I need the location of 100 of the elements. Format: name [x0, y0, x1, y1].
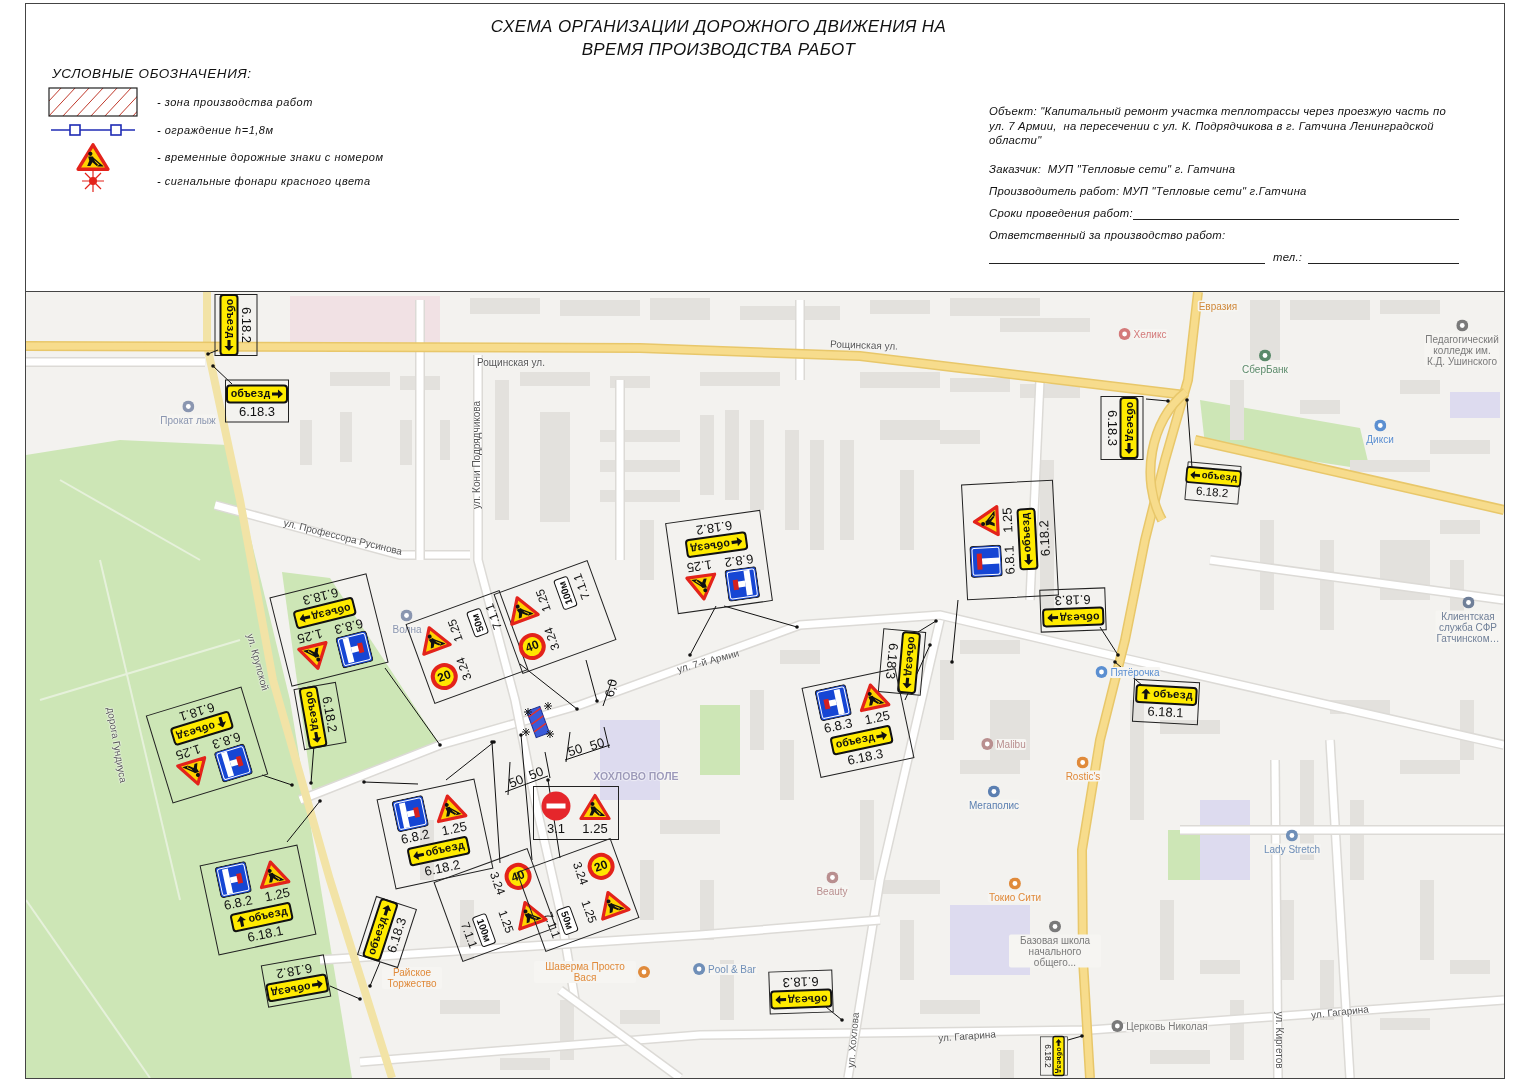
detour-text: объезд [1201, 469, 1238, 485]
detour-text: объезд [302, 690, 322, 732]
arrow-icon [730, 535, 744, 548]
roadworks-sign-icon [579, 793, 611, 821]
sign-code: 6.18.2 [1037, 519, 1052, 557]
sign-code: 6.18.1 [1147, 704, 1184, 720]
sign-code: 1.25 [582, 822, 608, 835]
detour-text: объезд [1059, 609, 1100, 624]
leader-line [585, 659, 599, 703]
sign-code: 6.18.2 [1195, 484, 1229, 500]
place-label: Пятёрочка [1109, 666, 1161, 678]
sign-code: 1.25 [296, 626, 324, 646]
place-label: Lady Stretch [1262, 843, 1322, 855]
building [960, 640, 1020, 654]
sign-code: 6.18.2 [320, 695, 340, 734]
legend-heading: УСЛОВНЫЕ ОБОЗНАЧЕНИЯ: [52, 65, 252, 82]
responsible-label: Ответственный за производство работ: [989, 228, 1226, 241]
sign-code: 6.18.2 [695, 518, 733, 537]
arrow-icon [310, 731, 324, 745]
arrow-icon [311, 977, 325, 991]
sign-code: 6.18.1 [246, 923, 285, 944]
street-label: Рощинская ул. [477, 356, 545, 368]
leader-line [206, 349, 219, 356]
roadworks-sign-icon [971, 504, 1001, 538]
place-label: Церковь Николая [1125, 1020, 1209, 1032]
sign-code: 6.18.3 [1105, 409, 1119, 447]
fence-icon [50, 122, 136, 137]
contractor-text: Производитель работ: МУП "Тепловые сети" г.Гатчина [989, 184, 1307, 197]
leader-line [1099, 626, 1120, 657]
sports-field [1168, 830, 1200, 880]
place-label: Хеликс [1132, 328, 1168, 340]
place-label: Мегаполис [967, 799, 1021, 811]
legend-text: - зона производства работ [157, 95, 313, 108]
sign-code: 6.18.2 [275, 961, 314, 981]
street-label: ул. Хохлова [845, 1011, 861, 1069]
arrow-icon [234, 914, 248, 928]
dead-end-sign-icon [724, 565, 761, 603]
leader-line [950, 599, 959, 664]
building [1230, 380, 1244, 440]
legend-text: - сигнальные фонари красного цвета [157, 174, 371, 187]
detour-text: объезд [1019, 512, 1035, 553]
sign-code: 1.25 [440, 819, 468, 838]
detour-text: объезд [689, 536, 731, 555]
place-label: Дикси [1365, 433, 1395, 445]
sign-code: 1.25 [534, 587, 554, 614]
phone-label: тел.: [1273, 250, 1303, 263]
detour-text: объезд [787, 991, 828, 1006]
area-label: ХОХЛОВО ПОЛЕ [593, 770, 679, 782]
sign-code: 6.18.3 [782, 974, 819, 990]
leader-line [1145, 398, 1170, 403]
detour-text: объезд [1152, 687, 1193, 703]
sign-code: 6.8.1 [1002, 545, 1017, 575]
arrow-icon [272, 388, 284, 400]
place-label: Прокат лыж [159, 414, 217, 426]
place-label: Rostic's [1064, 770, 1102, 782]
sign-code: 1.25 [263, 885, 291, 904]
building [950, 378, 1010, 392]
sign-code: 3.1 [546, 822, 566, 835]
legend-text: - ограждение h=1,8м [157, 123, 274, 136]
place-label: Педагогический колледж им. К.Д. Ушинского [1424, 333, 1500, 367]
arrow-icon [223, 340, 235, 352]
sign-code: 6.8.2 [723, 552, 755, 570]
detour-text: объезд [901, 635, 918, 677]
sign-code: 1.25 [685, 558, 713, 575]
scheme-title: СХЕМА ОРГАНИЗАЦИИ ДОРОЖНОГО ДВИЖЕНИЯ НА ВРЕМЯ ПРОИЗВОДСТВА РАБОТ [489, 16, 948, 61]
place-label: Евразия [1197, 300, 1239, 312]
building [880, 880, 940, 894]
place-label: Beauty [815, 885, 849, 897]
arrow-icon [1022, 554, 1035, 566]
place-label: СберБанк [1241, 363, 1289, 375]
sign-code: 1.25 [1000, 507, 1015, 534]
detour-text: объезд [1122, 401, 1136, 442]
arrow-icon [1189, 469, 1201, 481]
dimension-label: 50 [588, 735, 606, 753]
dimension-label: 50 [566, 741, 584, 759]
dimension-label: 50 [526, 764, 546, 782]
sign-code: 1.25 [579, 898, 599, 925]
sign-code: 6.18.3 [884, 642, 901, 680]
street-label: Рощинская ул. [829, 338, 899, 352]
building [1250, 300, 1280, 360]
sign-code: 1.25 [496, 908, 516, 935]
street-label: дорога Гундиуса [104, 706, 130, 784]
street-label: ул. Киргетов [1273, 1011, 1285, 1069]
arrow-icon [1139, 688, 1152, 700]
arrow-icon [297, 611, 312, 625]
place-label: Pool & Bar [707, 963, 757, 975]
sign-code: 6.18.2 [1043, 1044, 1052, 1068]
street-label: ул. Гагарина [1310, 1003, 1370, 1021]
period-label: Сроки проведения работ: [989, 206, 1133, 219]
arrow-icon [1046, 612, 1059, 624]
customer-text: Заказчик: МУП "Тепловые сети" г. Гатчина [989, 162, 1236, 175]
leader-line [329, 985, 362, 1001]
leader-line [261, 774, 294, 787]
building [1160, 720, 1220, 734]
leader-line [286, 799, 322, 843]
detour-text: объезд [222, 298, 236, 339]
roadworks-sign-icon [76, 142, 110, 172]
place-label: Клиентская служба СФР Гатчинском… [1435, 610, 1501, 644]
leader-line [1067, 1034, 1084, 1041]
sign-code: 6.18.3 [1054, 592, 1091, 608]
